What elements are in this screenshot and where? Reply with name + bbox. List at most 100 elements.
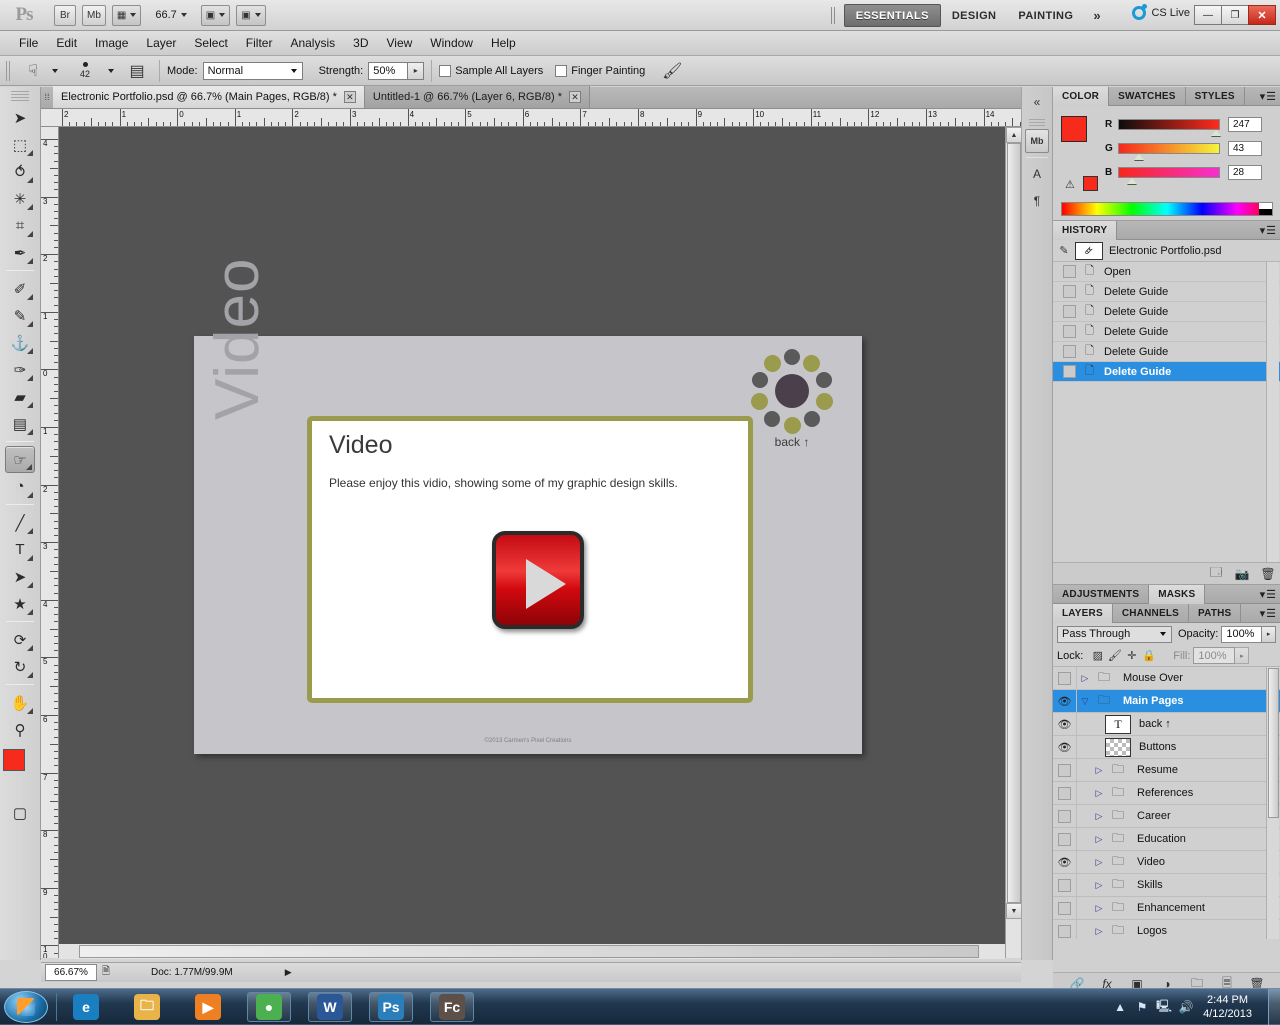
airbrush-icon[interactable]: 🖌 — [657, 59, 687, 83]
delete-state-icon[interactable]: 🗑 — [1255, 567, 1280, 581]
clone-stamp-tool-icon[interactable]: ⚓ — [5, 329, 35, 356]
history-brush-source-checkbox[interactable] — [1063, 325, 1076, 338]
screen-mode-button[interactable]: ▣ — [236, 5, 265, 26]
menu-select[interactable]: Select — [185, 33, 236, 53]
minimize-button[interactable]: — — [1194, 5, 1222, 25]
visibility-toggle[interactable] — [1058, 787, 1071, 800]
navigation-flower-menu[interactable] — [750, 349, 834, 433]
color-swatches[interactable] — [3, 749, 37, 783]
horizontal-scroll-thumb[interactable] — [79, 945, 979, 958]
flower-petal-button[interactable] — [816, 393, 833, 410]
opacity-slider-button[interactable]: ▸ — [1262, 626, 1276, 643]
chevron-right-icon[interactable]: ▷ — [1091, 857, 1107, 868]
workspace-essentials[interactable]: ESSENTIALS — [844, 4, 941, 27]
layer-row[interactable]: ▷🗀Enhancement — [1053, 897, 1280, 920]
network-icon[interactable]: 🖳 — [1153, 997, 1175, 1018]
history-brush-source-checkbox[interactable] — [1063, 285, 1076, 298]
menu-filter[interactable]: Filter — [237, 33, 282, 53]
google-chrome-icon[interactable]: ● — [247, 992, 291, 1022]
vertical-scroll-thumb[interactable] — [1007, 143, 1021, 903]
document-info-icon[interactable]: 🗎 — [97, 964, 115, 981]
options-bar-grip[interactable] — [6, 61, 11, 81]
rectangular-marquee-tool-icon[interactable]: ⬚ — [5, 131, 35, 158]
history-state-row[interactable]: 🗋Delete Guide — [1053, 342, 1280, 362]
3d-camera-rotate-tool-icon[interactable]: ↻ — [5, 653, 35, 680]
gradient-tool-icon[interactable]: ▤ — [5, 410, 35, 437]
panel-menu-icon[interactable]: ▾☰ — [1260, 90, 1276, 103]
chevron-right-icon[interactable]: ▷ — [1091, 765, 1107, 776]
foreground-color-swatch[interactable] — [3, 749, 25, 771]
tab-channels[interactable]: CHANNELS — [1113, 604, 1189, 623]
chevron-right-icon[interactable]: ▷ — [1091, 903, 1107, 914]
visibility-toggle[interactable] — [1058, 833, 1071, 846]
layers-scrollbar[interactable] — [1266, 667, 1279, 939]
layer-row[interactable]: ▷🗀Skills — [1053, 874, 1280, 897]
history-source-row[interactable]: ✎ 🜸 Electronic Portfolio.psd — [1053, 240, 1280, 262]
flower-petal-button[interactable] — [784, 417, 801, 434]
file-explorer-icon[interactable]: 🗀 — [125, 992, 169, 1022]
zoom-level-display[interactable]: 66.7 — [155, 9, 186, 21]
layer-row[interactable]: ▷🗀Education — [1053, 828, 1280, 851]
history-state-row[interactable]: 🗋Delete Guide — [1053, 282, 1280, 302]
blue-slider-knob[interactable] — [1127, 178, 1137, 184]
blend-mode-select[interactable]: Pass Through — [1057, 626, 1172, 643]
photoshop-icon[interactable]: Ps — [369, 992, 413, 1022]
history-state-row[interactable]: 🗋Delete Guide — [1053, 362, 1280, 382]
move-tool-icon[interactable]: ➤ — [5, 104, 35, 131]
menu-view[interactable]: View — [377, 33, 421, 53]
visibility-toggle[interactable] — [1058, 672, 1071, 685]
layer-row[interactable]: 👁Tback ↑ — [1053, 713, 1280, 736]
visibility-toggle[interactable] — [1058, 764, 1071, 777]
horizontal-ruler[interactable]: 21012345678910111213141516 — [41, 109, 1021, 127]
chevron-right-icon[interactable]: ▷ — [1091, 811, 1107, 822]
mini-bridge-icon[interactable]: Mb — [1025, 129, 1049, 153]
blue-value[interactable]: 28 — [1228, 165, 1262, 180]
chevron-down-icon[interactable]: ▽ — [1077, 696, 1093, 707]
layer-row[interactable]: 👁Buttons — [1053, 736, 1280, 759]
eye-visible-icon[interactable]: 👁 — [1053, 690, 1077, 713]
chevron-right-icon[interactable]: ▷ — [1091, 788, 1107, 799]
eye-hidden-icon[interactable] — [1053, 759, 1077, 782]
panel-menu-icon[interactable]: ▾☰ — [1260, 224, 1276, 237]
history-snapshot-thumbnail[interactable]: 🜸 — [1075, 242, 1103, 260]
visibility-toggle[interactable] — [1058, 925, 1071, 938]
tab-color[interactable]: COLOR — [1053, 87, 1109, 106]
flower-petal-button[interactable] — [751, 393, 768, 410]
menu-edit[interactable]: Edit — [47, 33, 86, 53]
play-button-icon[interactable] — [492, 531, 584, 629]
custom-shape-tool-icon[interactable]: ★ — [5, 590, 35, 617]
eye-hidden-icon[interactable] — [1053, 667, 1077, 690]
quick-mask-mode-button[interactable]: ▢ — [5, 799, 35, 826]
canvas-vertical-scrollbar[interactable]: ▲ ▼ — [1005, 127, 1021, 958]
workspace-design[interactable]: DESIGN — [941, 4, 1008, 27]
close-icon[interactable]: ✕ — [569, 91, 581, 103]
panel-menu-icon[interactable]: ▾☰ — [1260, 588, 1276, 601]
chevron-right-icon[interactable]: ▷ — [1091, 880, 1107, 891]
scroll-up-arrow[interactable]: ▲ — [1006, 127, 1022, 143]
zoom-percentage-field[interactable]: 66.67% — [45, 964, 97, 981]
blue-slider[interactable] — [1118, 167, 1220, 178]
document-tab-untitled-1[interactable]: Untitled-1 @ 66.7% (Layer 6, RGB/8) * ✕ — [365, 86, 590, 108]
close-button[interactable]: ✕ — [1248, 5, 1276, 25]
history-state-row[interactable]: 🗋Open — [1053, 262, 1280, 282]
path-selection-tool-icon[interactable]: ➤ — [5, 563, 35, 590]
layer-row[interactable]: ▷🗀Logos — [1053, 920, 1280, 939]
lock-all-icon[interactable]: 🔒 — [1140, 649, 1157, 662]
history-brush-tool-icon[interactable]: ✑ — [5, 356, 35, 383]
flower-center-button[interactable] — [775, 374, 809, 408]
chevron-right-icon[interactable]: ▷ — [1091, 926, 1107, 937]
lock-transparent-pixels-icon[interactable]: ▨ — [1089, 649, 1106, 662]
blend-mode-select[interactable]: Normal — [203, 62, 303, 80]
green-value[interactable]: 43 — [1228, 141, 1262, 156]
green-slider-knob[interactable] — [1134, 154, 1144, 160]
menu-image[interactable]: Image — [86, 33, 137, 53]
layer-thumbnail[interactable] — [1105, 738, 1131, 757]
color-spectrum-ramp[interactable] — [1061, 202, 1273, 216]
eye-hidden-icon[interactable] — [1053, 920, 1077, 940]
3d-object-rotate-tool-icon[interactable]: ⟳ — [5, 626, 35, 653]
menu-file[interactable]: File — [10, 33, 47, 53]
lock-position-icon[interactable]: ✛ — [1123, 649, 1140, 662]
canvas-area[interactable]: Video back ↑ Video Please enjoy this vid… — [59, 127, 1021, 958]
red-slider-knob[interactable] — [1211, 130, 1221, 136]
tab-swatches[interactable]: SWATCHES — [1109, 87, 1186, 106]
